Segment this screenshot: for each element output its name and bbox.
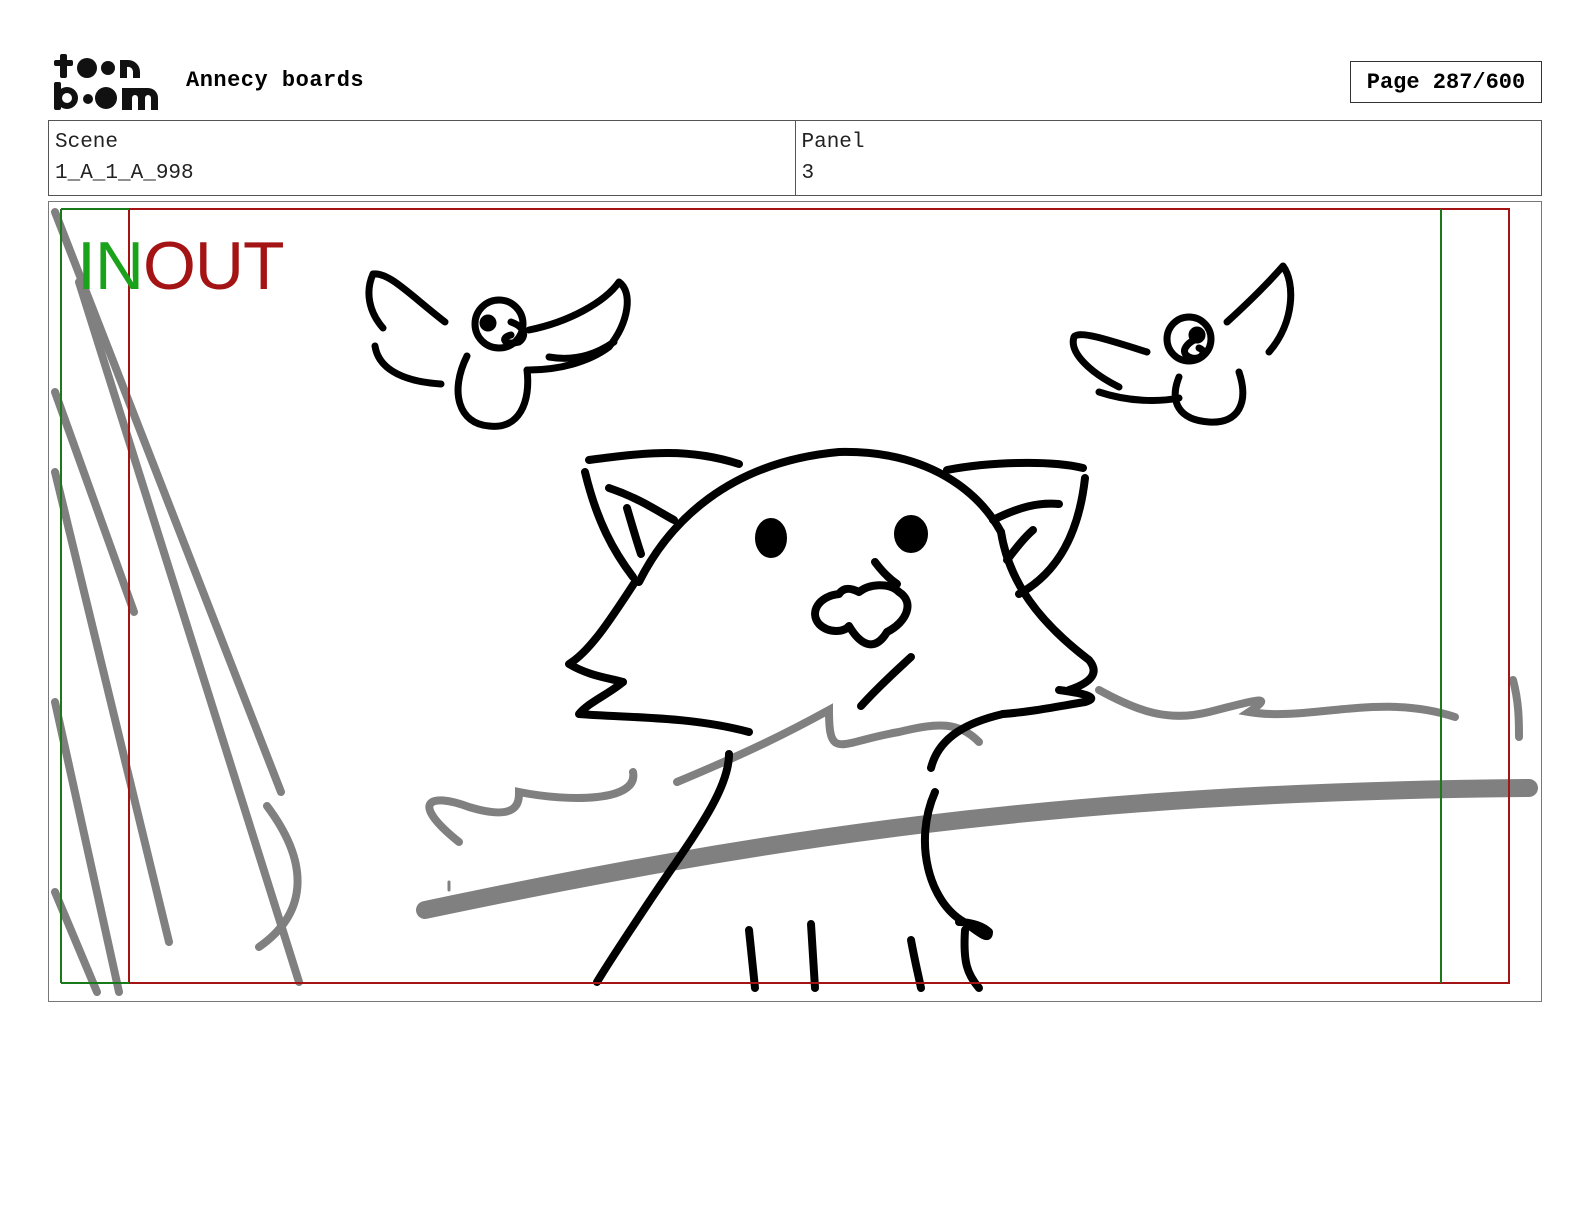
bird-right	[1069, 262, 1295, 426]
panel-cell: Panel 3	[794, 121, 1542, 195]
toon-boom-logo	[52, 52, 164, 112]
toon-boom-logo-mark	[54, 54, 158, 110]
frame-guides	[60, 208, 1510, 984]
in-out-marker: INOUT	[77, 232, 285, 300]
scene-panel-info: Scene 1_A_1_A_998 Panel 3	[48, 120, 1542, 196]
panel-sketch	[51, 208, 1538, 996]
scene-value: 1_A_1_A_998	[55, 162, 194, 185]
page-indicator: Page 287/600	[1350, 61, 1542, 103]
bird-left	[365, 270, 631, 430]
in-label: IN	[77, 228, 144, 304]
panel-label: Panel	[801, 131, 865, 154]
scene-cell: Scene 1_A_1_A_998	[49, 121, 795, 195]
out-label: OUT	[143, 228, 285, 304]
storyboard-panel: INOUT	[48, 201, 1542, 1002]
background-sketch	[51, 208, 1538, 996]
panel-value: 3	[801, 162, 815, 185]
project-title: Annecy boards	[186, 68, 365, 93]
scene-label: Scene	[55, 131, 119, 154]
